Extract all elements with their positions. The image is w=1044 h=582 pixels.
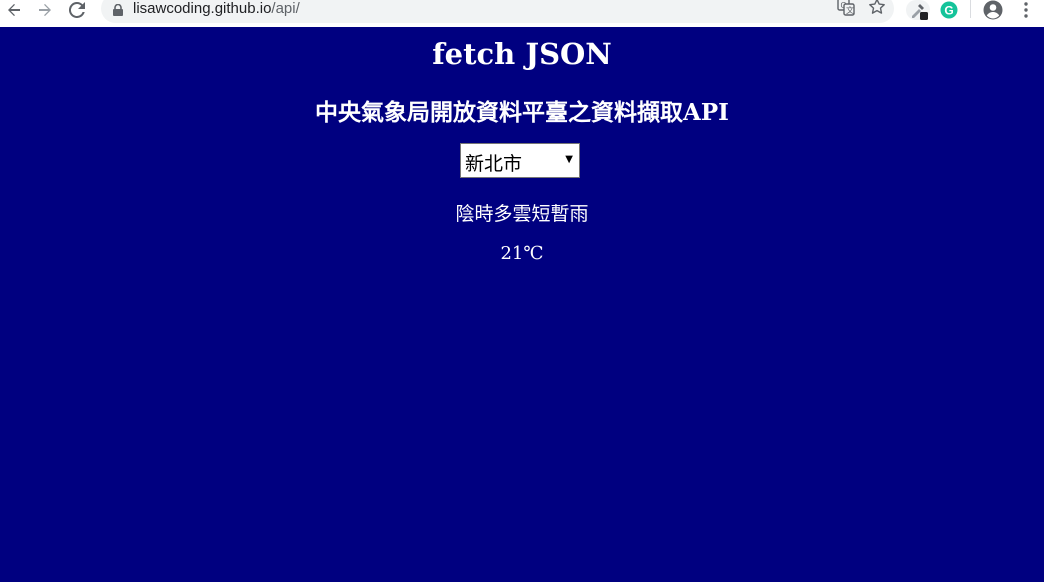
page-content: fetch JSON 中央氣象局開放資料平臺之資料擷取API 新北市 ▼ 陰時多… (0, 27, 1044, 582)
arrow-left-icon (8, 4, 20, 16)
toolbar-divider (970, 0, 971, 18)
grammarly-icon: G (940, 1, 958, 19)
browser-menu-button[interactable] (1016, 0, 1036, 20)
account-circle-icon (983, 0, 1003, 20)
arrow-right-icon (39, 4, 51, 16)
address-bar[interactable]: lisawcoding.github.io/api/ G 文 (101, 0, 894, 23)
browser-toolbar: lisawcoding.github.io/api/ G 文 G (0, 0, 1044, 27)
dropdown-arrow-icon: ▼ (565, 154, 573, 165)
back-button[interactable] (4, 0, 24, 20)
bookmark-star-icon[interactable] (868, 0, 886, 16)
reload-button[interactable] (67, 0, 87, 20)
page-subtitle: 中央氣象局開放資料平臺之資料擷取API (315, 99, 729, 126)
weather-description: 陰時多雲短暫雨 (455, 203, 589, 225)
url-path: /api/ (271, 0, 300, 17)
url-host: lisawcoding.github.io (133, 0, 272, 17)
temperature: 21℃ (500, 243, 544, 264)
lock-icon (113, 4, 123, 16)
city-select-value: 新北市 (465, 153, 523, 175)
profile-button[interactable] (983, 0, 1003, 20)
url-text: lisawcoding.github.io/api/ (133, 0, 300, 17)
eyedropper-icon (912, 4, 928, 20)
page-title: fetch JSON (432, 37, 612, 71)
svg-text:G: G (944, 3, 953, 17)
translate-icon[interactable]: G 文 (837, 0, 855, 16)
forward-button[interactable] (35, 0, 55, 20)
extension-eyedropper-button[interactable] (906, 0, 930, 20)
svg-text:文: 文 (846, 5, 854, 15)
city-select[interactable]: 新北市 ▼ (460, 143, 580, 178)
grammarly-extension-button[interactable]: G (939, 0, 959, 20)
reload-icon (69, 2, 85, 18)
more-vertical-icon (1024, 2, 1028, 18)
